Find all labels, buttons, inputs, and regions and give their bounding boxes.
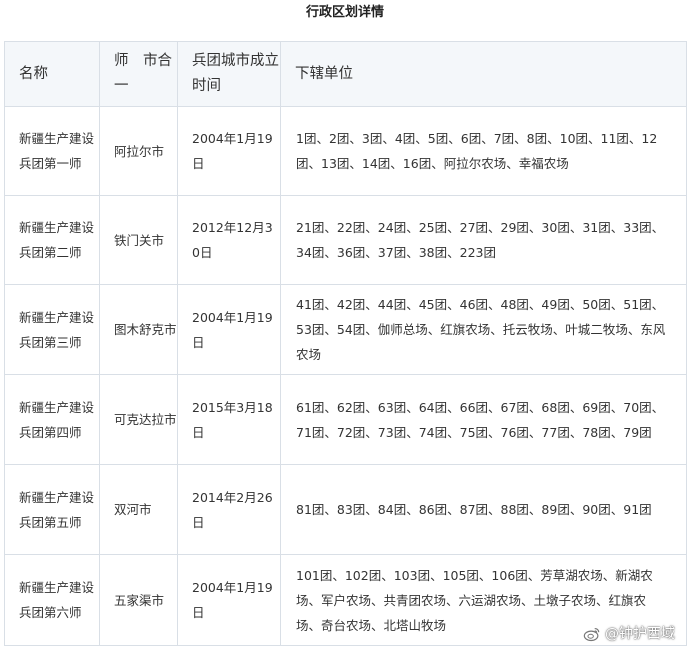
watermark-text: @钟护西域 [605,626,675,642]
cell-name: 新疆生产建设兵团第六师 [4,554,100,646]
table-row: 新疆生产建设兵团第三师 图木舒克市 2004年1月19日 41团、42团、44团… [4,284,687,375]
header-units: 下辖单位 [280,41,687,107]
header-founded: 兵团城市成立时间 [177,41,281,107]
cell-name: 新疆生产建设兵团第四师 [4,374,100,465]
cell-city: 阿拉尔市 [99,106,178,196]
cell-name: 新疆生产建设兵团第二师 [4,195,100,285]
cell-city: 可克达拉市 [99,374,178,465]
weibo-logo-icon [583,628,600,642]
cell-units: 21团、22团、24团、25团、27团、29团、30团、31团、33团、34团、… [280,195,687,285]
cell-units: 81团、83团、84团、86团、87团、88团、89团、90团、91团 [280,464,687,555]
administrative-division-table: 名称 师 市合一 兵团城市成立时间 下辖单位 新疆生产建设兵团第一师 阿拉尔市 … [4,41,687,646]
cell-units: 1团、2团、3团、4团、5团、6团、7团、8团、10团、11团、12团、13团、… [280,106,687,196]
cell-name: 新疆生产建设兵团第一师 [4,106,100,196]
header-city: 师 市合一 [99,41,178,107]
cell-units: 61团、62团、63团、64团、66团、67团、68团、69团、70团、71团、… [280,374,687,465]
cell-date: 2015年3月18日 [177,374,281,465]
page: 行政区划详情 名称 师 市合一 兵团城市成立时间 下辖单位 新疆生产建设兵团第一… [0,0,690,650]
table-row: 新疆生产建设兵团第四师 可克达拉市 2015年3月18日 61团、62团、63团… [4,374,687,465]
cell-date: 2012年12月30日 [177,195,281,285]
cell-name: 新疆生产建设兵团第三师 [4,284,100,375]
cell-name: 新疆生产建设兵团第五师 [4,464,100,555]
cell-city: 五家渠市 [99,554,178,646]
cell-date: 2004年1月19日 [177,284,281,375]
weibo-watermark: @钟护西域 [583,625,675,643]
cell-city: 图木舒克市 [99,284,178,375]
cell-city: 铁门关市 [99,195,178,285]
cell-date: 2004年1月19日 [177,554,281,646]
table-header-row: 名称 师 市合一 兵团城市成立时间 下辖单位 [4,41,687,107]
header-name: 名称 [4,41,100,107]
page-title: 行政区划详情 [305,5,384,20]
cell-date: 2004年1月19日 [177,106,281,196]
table-row: 新疆生产建设兵团第二师 铁门关市 2012年12月30日 21团、22团、24团… [4,195,687,285]
table-row: 新疆生产建设兵团第一师 阿拉尔市 2004年1月19日 1团、2团、3团、4团、… [4,106,687,196]
cell-units: 41团、42团、44团、45团、46团、48团、49团、50团、51团、53团、… [280,284,687,375]
table-row: 新疆生产建设兵团第五师 双河市 2014年2月26日 81团、83团、84团、8… [4,464,687,555]
cell-city: 双河市 [99,464,178,555]
cell-date: 2014年2月26日 [177,464,281,555]
